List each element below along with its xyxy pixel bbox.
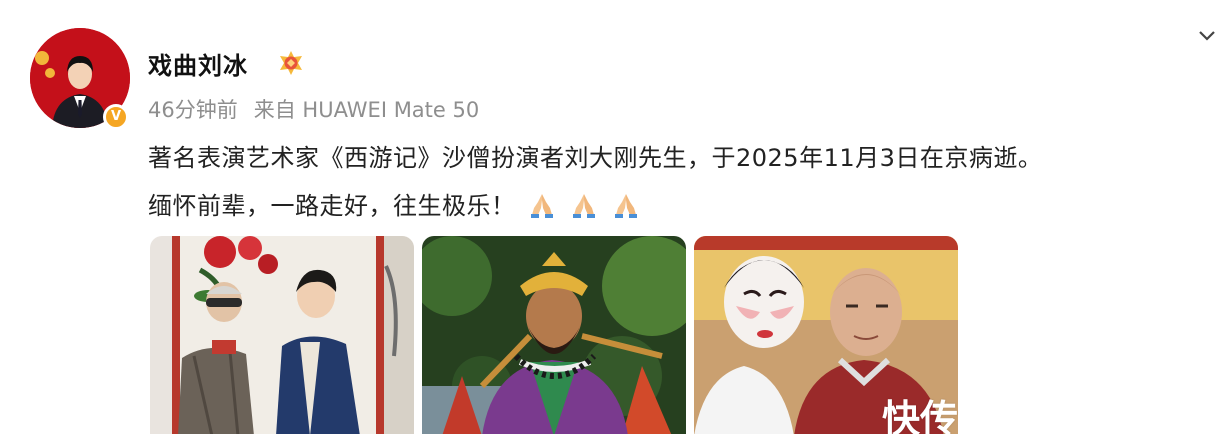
post-photo-1[interactable] bbox=[150, 236, 414, 434]
post-photo-2[interactable] bbox=[422, 236, 686, 434]
post-time[interactable]: 46分钟前 bbox=[148, 98, 238, 122]
user-name[interactable]: 戏曲刘冰 bbox=[148, 46, 248, 81]
pray-emoji-icon bbox=[568, 188, 600, 220]
chevron-down-icon[interactable] bbox=[1196, 24, 1218, 46]
pray-emoji-icon bbox=[610, 188, 642, 220]
watermark: 快传 bbox=[882, 397, 959, 434]
verified-icon: V bbox=[103, 104, 129, 130]
post-source: 来自 HUAWEI Mate 50 bbox=[253, 98, 480, 122]
post-text-line-2-text: 缅怀前辈，一路走好，往生极乐！ bbox=[148, 192, 516, 220]
pray-emoji-icon bbox=[526, 188, 558, 220]
level-badge-icon[interactable] bbox=[276, 48, 306, 78]
post-meta: 46分钟前 来自 HUAWEI Mate 50 bbox=[148, 94, 479, 124]
post-text-line-1: 著名表演艺术家《西游记》沙僧扮演者刘大刚先生，于2025年11月3日在京病逝。 bbox=[148, 144, 1043, 172]
post-text-line-2: 缅怀前辈，一路走好，往生极乐！ bbox=[148, 186, 642, 221]
